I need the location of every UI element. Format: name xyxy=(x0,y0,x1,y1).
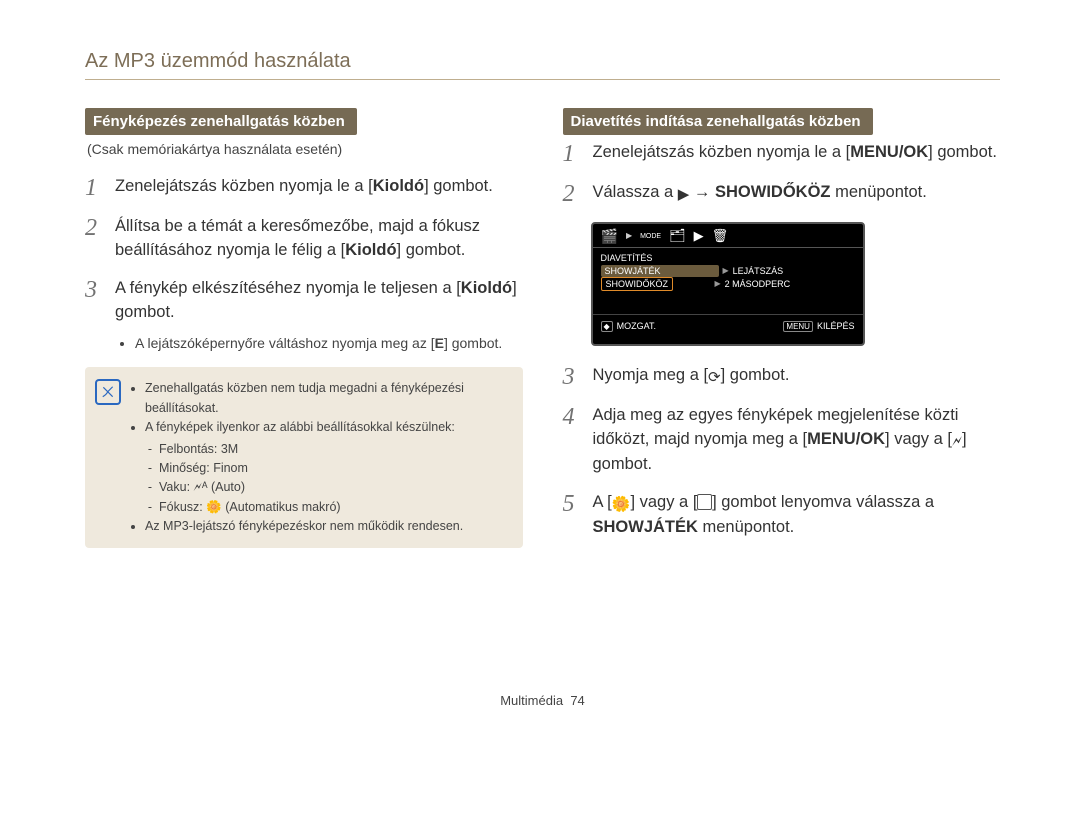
left-steps: 1 Zenelejátszás közben nyomja le a [Kiol… xyxy=(85,175,523,353)
step-number: 3 xyxy=(563,364,587,390)
left-step-1: Zenelejátszás közben nyomja le a [Kioldó… xyxy=(115,175,523,201)
lcd-preview: 🎬 ▶ MODE 🗂 ▶ 🗑 DIAVETÍTÉS SHOWJÁTÉK ▶ LE… xyxy=(591,222,865,346)
info-subitem: Fókusz: 🌼 (Automatikus makró) xyxy=(159,498,509,517)
lcd-foot-label: KILÉPÉS xyxy=(817,321,855,331)
lcd-top-bar: 🎬 ▶ MODE 🗂 ▶ 🗑 xyxy=(593,224,863,248)
mode-label: MODE xyxy=(640,233,661,240)
right-step-2: Válassza a ▶ → SHOWIDŐKÖZ menüpontot. xyxy=(593,181,1001,207)
lcd-label: DIAVETÍTÉS xyxy=(601,253,711,263)
right-section-title: Diavetítés indítása zenehallgatás közben xyxy=(563,108,873,135)
right-step-3: Nyomja meg a [⟳] gombot. xyxy=(593,364,1001,390)
info-subitem: Minőség: Finom xyxy=(159,459,509,478)
step-number: 4 xyxy=(563,404,587,477)
lcd-row: DIAVETÍTÉS xyxy=(593,252,863,264)
left-column: Fényképezés zenehallgatás közben (Csak m… xyxy=(85,108,523,553)
lcd-label: SHOWIDŐKÖZ xyxy=(601,277,674,291)
lcd-footer: ◆ MOZGAT. MENU KILÉPÉS xyxy=(593,319,863,332)
chevron-right-icon: ▶ xyxy=(626,232,632,240)
note-icon xyxy=(95,379,121,405)
left-step-3-bullet: A lejátszóképernyőre váltáshoz nyomja me… xyxy=(135,333,523,353)
lcd-foot-label: MOZGAT. xyxy=(617,321,656,331)
updown-icon: ◆ xyxy=(601,321,613,332)
right-steps-cont: 3 Nyomja meg a [⟳] gombot. 4 Adja meg az… xyxy=(563,364,1001,540)
step-number: 1 xyxy=(563,141,587,167)
lcd-value: LEJÁTSZÁS xyxy=(733,266,784,276)
right-steps: 1 Zenelejátszás közben nyomja le a [MENU… xyxy=(563,141,1001,208)
stack-icon: 🗂 xyxy=(669,228,686,244)
step-number: 5 xyxy=(563,491,587,540)
trash-icon: 🗑 xyxy=(712,228,729,244)
right-step-5: A [🌼] vagy a [ ] gombot lenyomva válassz… xyxy=(593,491,1001,540)
step-number: 3 xyxy=(85,277,109,353)
menu-badge: MENU xyxy=(783,321,813,332)
lcd-row: SHOWJÁTÉK ▶ LEJÁTSZÁS xyxy=(593,264,863,278)
film-icon: 🎬 xyxy=(601,228,618,245)
left-section-title: Fényképezés zenehallgatás közben xyxy=(85,108,357,135)
info-box: Zenehallgatás közben nem tudja megadni a… xyxy=(85,367,523,548)
info-subitem: Felbontás: 3M xyxy=(159,440,509,459)
step-number: 2 xyxy=(85,215,109,263)
chevron-right-icon: ▶ xyxy=(715,279,721,288)
step-number: 1 xyxy=(85,175,109,201)
lcd-value: 2 MÁSODPERC xyxy=(725,279,791,289)
left-step-2: Állítsa be a témát a keresőmezőbe, majd … xyxy=(115,215,523,263)
info-item: Zenehallgatás közben nem tudja megadni a… xyxy=(145,379,509,418)
info-item: A fényképek ilyenkor az alábbi beállítás… xyxy=(145,418,509,517)
right-step-1: Zenelejátszás közben nyomja le a [MENU/O… xyxy=(593,141,1001,167)
step-number: 2 xyxy=(563,181,587,207)
page-footer: Multimédia 74 xyxy=(85,693,1000,708)
chevron-right-icon: ▶ xyxy=(723,266,729,275)
info-subitem: Vaku: 🗲ᴬ (Auto) xyxy=(159,478,509,497)
lcd-label: SHOWJÁTÉK xyxy=(601,265,719,277)
left-step-3: A fénykép elkészítéséhez nyomja le telje… xyxy=(115,277,523,353)
lcd-row-selected: SHOWIDŐKÖZ ▶ 2 MÁSODPERC xyxy=(593,278,863,290)
play-icon: ▶ xyxy=(694,228,704,244)
left-subnote: (Csak memóriakártya használata esetén) xyxy=(87,141,523,157)
page-title: Az MP3 üzemmód használata xyxy=(85,50,1000,80)
right-column: Diavetítés indítása zenehallgatás közben… xyxy=(563,108,1001,553)
right-step-4: Adja meg az egyes fényképek megjelenítés… xyxy=(593,404,1001,477)
info-item: Az MP3-lejátszó fényképezéskor nem működ… xyxy=(145,517,509,536)
